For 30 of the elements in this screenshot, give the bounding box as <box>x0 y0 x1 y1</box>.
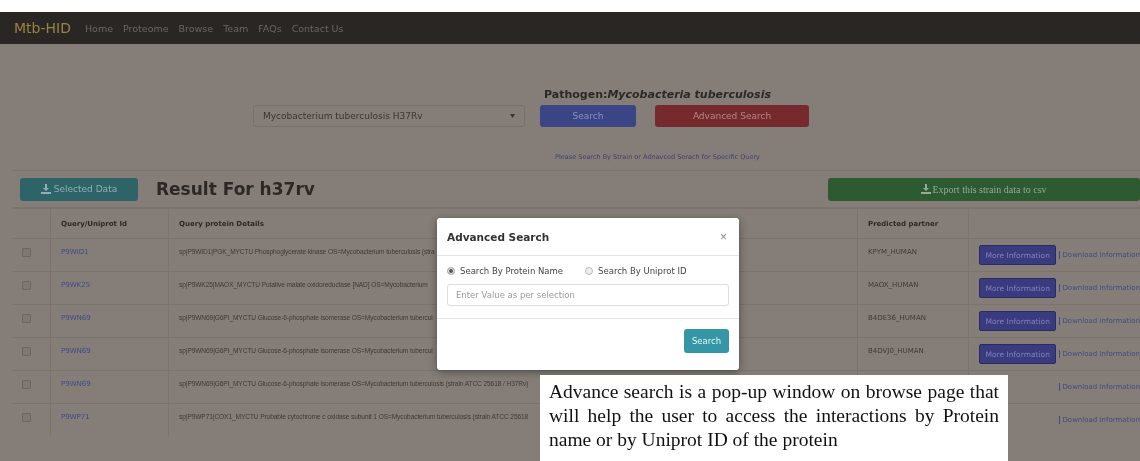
nav-link[interactable]: Team <box>223 22 249 34</box>
radio-button[interactable] <box>585 267 594 275</box>
row-checkbox[interactable] <box>22 314 31 323</box>
advanced-search-button[interactable]: Advanced Search <box>655 105 809 127</box>
download-icon <box>921 184 932 194</box>
pathogen-title: Pathogen:Mycobacteria tuberculosis <box>543 88 772 101</box>
radio-label[interactable]: Search By Protein Name <box>460 266 564 276</box>
export-button[interactable]: Export this strain data to csv <box>828 177 1140 201</box>
row-checkbox[interactable] <box>22 347 31 356</box>
nav-link[interactable]: Proteome <box>123 22 169 34</box>
download-icon <box>40 184 51 194</box>
result-title: Result For h37rv <box>156 179 316 199</box>
row-checkbox[interactable] <box>22 380 31 389</box>
search-button[interactable]: Search <box>540 105 636 127</box>
search-input-field[interactable]: Enter Value as per selection <box>447 284 729 306</box>
dialog-search-button[interactable]: Search <box>684 329 729 353</box>
nav-link[interactable]: Contact Us <box>291 22 344 34</box>
brand-logo[interactable]: Mtb-HID <box>14 20 71 36</box>
annotation-text: Advance search is a pop-up window on browse page that will help the user to access the interactions by Protein name or by Uniprot ID of the protein <box>540 375 1008 461</box>
radio-label[interactable]: Search By Uniprot ID <box>598 266 687 276</box>
nav-link[interactable]: Home <box>84 22 113 34</box>
row-checkbox[interactable] <box>22 413 31 422</box>
strain-select[interactable]: Mycobacterium tuberculosis H37Rv <box>253 105 525 127</box>
caret-icon <box>510 114 515 118</box>
nav-link[interactable]: FAQs <box>258 22 282 34</box>
row-checkbox[interactable] <box>22 281 31 290</box>
nav-link[interactable]: Browse <box>178 22 214 34</box>
row-checkbox[interactable] <box>22 248 31 257</box>
selected-data-button[interactable]: Selected Data <box>20 177 138 201</box>
radio-button[interactable] <box>447 267 455 275</box>
